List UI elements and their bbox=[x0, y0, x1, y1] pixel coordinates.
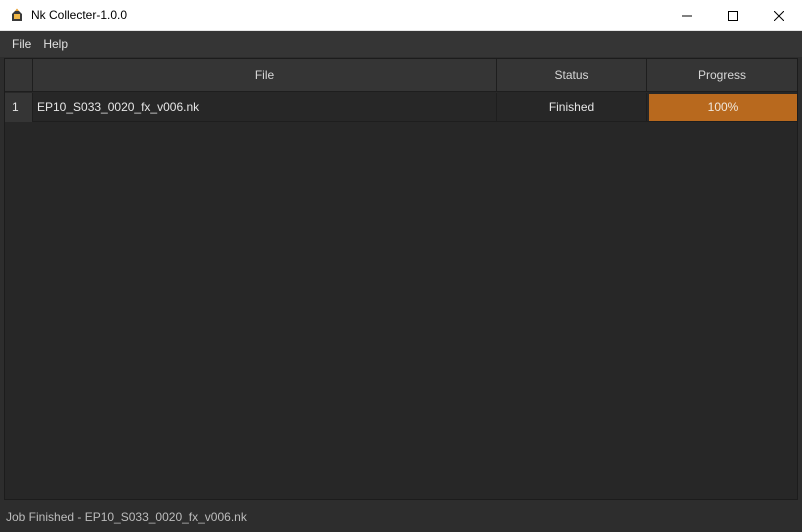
table-header: File Status Progress bbox=[5, 59, 797, 92]
title-bar: Nk Collecter-1.0.0 bbox=[0, 0, 802, 31]
maximize-button[interactable] bbox=[710, 0, 756, 31]
menu-bar: File Help bbox=[0, 31, 802, 57]
progress-cell[interactable]: 100% bbox=[648, 93, 797, 122]
header-corner[interactable] bbox=[5, 59, 33, 92]
close-button[interactable] bbox=[756, 0, 802, 31]
status-cell[interactable]: Finished bbox=[497, 93, 647, 122]
column-header-file[interactable]: File bbox=[33, 59, 497, 92]
jobs-table: File Status Progress 1 EP10_S033_0020_fx… bbox=[4, 58, 798, 500]
menu-file[interactable]: File bbox=[6, 31, 37, 57]
column-header-status[interactable]: Status bbox=[497, 59, 647, 92]
maximize-icon bbox=[728, 10, 738, 21]
close-icon bbox=[774, 10, 784, 21]
column-header-progress[interactable]: Progress bbox=[647, 59, 797, 92]
row-index[interactable]: 1 bbox=[5, 93, 33, 122]
progress-bar: 100% bbox=[649, 94, 797, 121]
minimize-icon bbox=[682, 15, 692, 16]
table-row[interactable]: 1 EP10_S033_0020_fx_v006.nk Finished 100… bbox=[5, 93, 797, 122]
file-cell[interactable]: EP10_S033_0020_fx_v006.nk bbox=[33, 93, 497, 122]
menu-help[interactable]: Help bbox=[37, 31, 74, 57]
nuke-app-icon bbox=[12, 8, 22, 21]
status-bar: Job Finished - EP10_S033_0020_fx_v006.nk bbox=[0, 502, 802, 532]
window-title: Nk Collecter-1.0.0 bbox=[31, 8, 128, 22]
minimize-button[interactable] bbox=[664, 0, 710, 31]
